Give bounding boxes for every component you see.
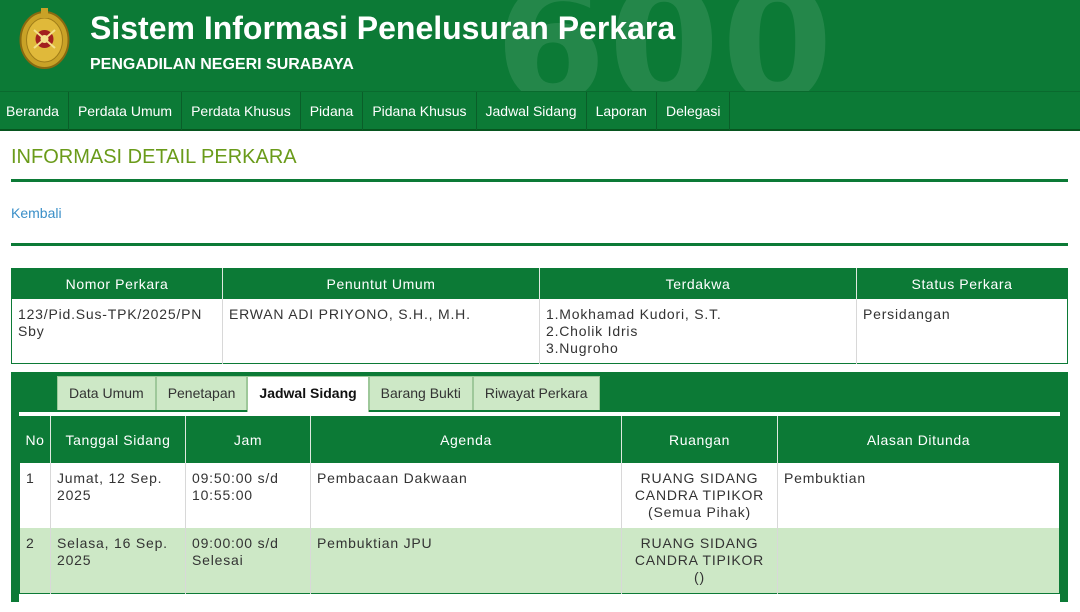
table-row: 2 Selasa, 16 Sep. 2025 09:00:00 s/d Sele… bbox=[19, 527, 1060, 593]
site-header: 600 Sistem Informasi Penelusuran Perkara… bbox=[0, 0, 1080, 91]
tab-penetapan[interactable]: Penetapan bbox=[155, 376, 248, 410]
terdakwa-item: 2.Cholik Idris bbox=[546, 322, 639, 339]
nav-perdata-khusus[interactable]: Perdata Khusus bbox=[182, 92, 301, 130]
cell-no: 1 bbox=[19, 462, 51, 528]
cell-jam: 09:50:00 s/d 10:55:00 bbox=[185, 462, 311, 528]
nav-laporan[interactable]: Laporan bbox=[587, 92, 657, 130]
terdakwa-list: 1.Mokhamad Kudori, S.T. 2.Cholik Idris 3… bbox=[539, 298, 857, 363]
case-summary-table: Nomor Perkara Penuntut Umum Terdakwa Sta… bbox=[11, 268, 1068, 364]
header-tanggal-sidang: Tanggal Sidang bbox=[50, 416, 186, 463]
tab-jadwal-sidang[interactable]: Jadwal Sidang bbox=[247, 376, 369, 413]
section-divider bbox=[11, 243, 1068, 246]
cell-tanggal: Selasa, 16 Sep. 2025 bbox=[50, 527, 186, 593]
nav-delegasi[interactable]: Delegasi bbox=[657, 92, 731, 130]
header-agenda: Agenda bbox=[310, 416, 622, 463]
back-link[interactable]: Kembali bbox=[11, 205, 62, 221]
header-status-perkara: Status Perkara bbox=[856, 268, 1068, 299]
terdakwa-item: 1.Mokhamad Kudori, S.T. bbox=[546, 305, 722, 322]
penuntut-umum-value: ERWAN ADI PRIYONO, S.H., M.H. bbox=[222, 298, 540, 363]
schedule-table: No Tanggal Sidang Jam Agenda Ruangan Ala… bbox=[19, 416, 1060, 594]
tab-bar: Data Umum Penetapan Jadwal Sidang Barang… bbox=[57, 376, 600, 413]
page-title: INFORMASI DETAIL PERKARA bbox=[11, 146, 297, 168]
cell-alasan bbox=[777, 527, 1060, 593]
tab-barang-bukti[interactable]: Barang Bukti bbox=[368, 376, 473, 410]
table-row: 1 Jumat, 12 Sep. 2025 09:50:00 s/d 10:55… bbox=[19, 462, 1060, 528]
header-terdakwa: Terdakwa bbox=[539, 268, 857, 299]
summary-row: 123/Pid.Sus-TPK/2025/PN Sby ERWAN ADI PR… bbox=[11, 298, 1068, 363]
cell-no: 2 bbox=[19, 527, 51, 593]
cell-jam: 09:00:00 s/d Selesai bbox=[185, 527, 311, 593]
terdakwa-item: 3.Nugroho bbox=[546, 339, 619, 356]
nav-pidana-khusus[interactable]: Pidana Khusus bbox=[363, 92, 477, 130]
header-nomor-perkara: Nomor Perkara bbox=[11, 268, 223, 299]
nav-pidana[interactable]: Pidana bbox=[301, 92, 364, 130]
main-navbar: Beranda Perdata Umum Perdata Khusus Pida… bbox=[0, 91, 1080, 131]
detail-tab-panel: Data Umum Penetapan Jadwal Sidang Barang… bbox=[11, 372, 1068, 612]
tab-riwayat-perkara[interactable]: Riwayat Perkara bbox=[472, 376, 600, 410]
cell-agenda: Pembacaan Dakwaan bbox=[310, 462, 622, 528]
tab-data-umum[interactable]: Data Umum bbox=[57, 376, 156, 410]
header-no: No bbox=[19, 416, 51, 463]
site-title: Sistem Informasi Penelusuran Perkara bbox=[90, 10, 676, 46]
header-jam: Jam bbox=[185, 416, 311, 463]
cell-tanggal: Jumat, 12 Sep. 2025 bbox=[50, 462, 186, 528]
cell-ruangan: RUANG SIDANG CANDRA TIPIKOR () bbox=[621, 527, 778, 593]
site-subtitle: PENGADILAN NEGERI SURABAYA bbox=[90, 56, 354, 73]
tab-content-jadwal-sidang: No Tanggal Sidang Jam Agenda Ruangan Ala… bbox=[19, 412, 1060, 612]
header-penuntut-umum: Penuntut Umum bbox=[222, 268, 540, 299]
nav-beranda[interactable]: Beranda bbox=[0, 92, 69, 130]
header-ruangan: Ruangan bbox=[621, 416, 778, 463]
nav-jadwal-sidang[interactable]: Jadwal Sidang bbox=[477, 92, 587, 130]
header-alasan-ditunda: Alasan Ditunda bbox=[777, 416, 1060, 463]
status-perkara-value: Persidangan bbox=[856, 298, 1068, 363]
cell-alasan: Pembuktian bbox=[777, 462, 1060, 528]
court-emblem-icon bbox=[19, 8, 70, 69]
cell-agenda: Pembuktian JPU bbox=[310, 527, 622, 593]
title-divider bbox=[11, 179, 1068, 182]
cell-ruangan: RUANG SIDANG CANDRA TIPIKOR (Semua Pihak… bbox=[621, 462, 778, 528]
nav-perdata-umum[interactable]: Perdata Umum bbox=[69, 92, 183, 130]
nomor-perkara-value: 123/Pid.Sus-TPK/2025/PN Sby bbox=[11, 298, 223, 363]
